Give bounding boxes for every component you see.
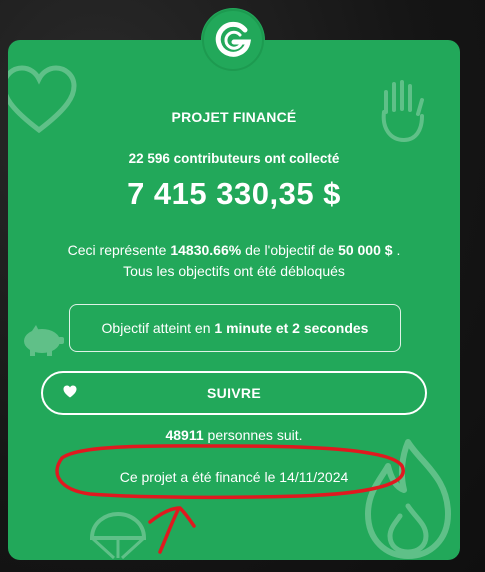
- piggy-bank-decor-icon: [24, 325, 64, 356]
- goals-unlocked-text: Tous les objectifs ont été débloqués: [123, 263, 345, 279]
- goal-reached-box: Objectif atteint en 1 minute et 2 second…: [69, 304, 401, 352]
- heart-decor-icon: [8, 65, 77, 134]
- logo: [201, 8, 265, 72]
- flame-decor-icon: [365, 439, 451, 559]
- contributors-count: 22 596: [128, 151, 170, 166]
- contributors-suffix: contributeurs ont collecté: [173, 151, 340, 166]
- followers-suffix: personnes suit.: [207, 427, 303, 443]
- contributors-line: 22 596 contributeurs ont collecté: [8, 151, 460, 166]
- status-title: PROJET FINANCÉ: [171, 109, 297, 125]
- goal-desc-end: .: [396, 242, 401, 258]
- heart-icon: [63, 385, 77, 398]
- funded-date-text: Ce projet a été financé le 14/11/2024: [119, 469, 349, 485]
- amount-raised: 7 415 330,35 $: [127, 176, 341, 211]
- parachute-decor-icon: [89, 512, 147, 560]
- goal-percent: 14830.66%: [170, 242, 242, 258]
- goal-desc-prefix: Ceci représente: [67, 242, 167, 258]
- project-card: PROJET FINANCÉ 22 596 contributeurs ont …: [8, 40, 460, 560]
- followers-count-line: 48911 personnes suit.: [8, 427, 460, 443]
- goal-desc-middle: de l'objectif de: [245, 242, 335, 258]
- follow-button-label: SUIVRE: [207, 385, 261, 401]
- goal-amount: 50 000 $: [338, 242, 393, 258]
- followers-count: 48911: [165, 427, 204, 443]
- follow-button[interactable]: SUIVRE: [41, 371, 427, 415]
- goal-description: Ceci représente 14830.66% de l'objectif …: [8, 242, 460, 258]
- goal-reached-duration: 1 minute et 2 secondes: [214, 320, 369, 336]
- goal-reached-prefix: Objectif atteint en: [101, 320, 211, 336]
- g-logo-icon: [202, 9, 264, 71]
